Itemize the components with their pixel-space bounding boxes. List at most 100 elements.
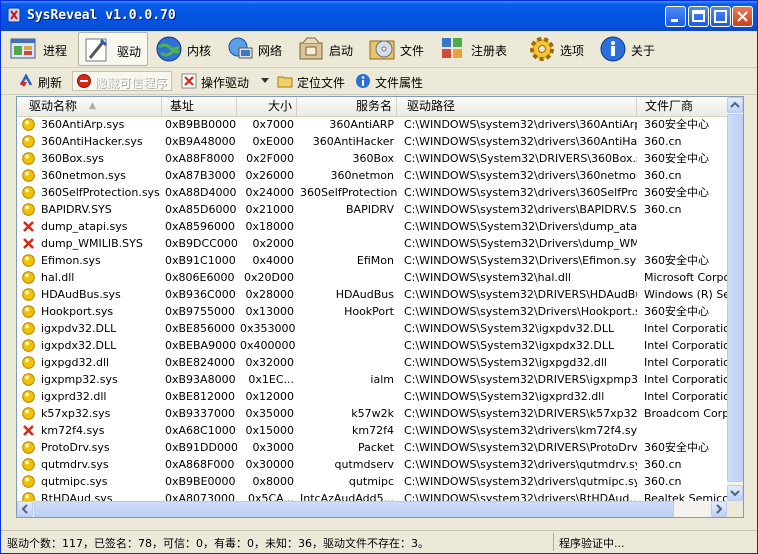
table-row[interactable]: 360AntiArp.sys 0xB9BB0000 0x7000 360AntiARP… <box>17 116 727 133</box>
column-header-base[interactable]: 基址 <box>162 97 237 116</box>
horizontal-scroll-thumb[interactable] <box>34 501 674 517</box>
tab-driver[interactable]: 驱动 <box>78 32 148 66</box>
vertical-scroll-thumb[interactable] <box>727 114 743 482</box>
maximize-button[interactable] <box>688 6 709 27</box>
tab-network[interactable]: 网络 <box>222 32 290 66</box>
table-row[interactable]: hal.dll 0x806E6000 0x20D00 C:\WINDOWS\syste… <box>17 269 727 286</box>
cell-vendor: Realtek Semiconductor <box>644 492 727 501</box>
cell-path: C:\WINDOWS\System32\igxpdv32.DLL <box>404 322 615 335</box>
tab-startup[interactable]: 启动 <box>293 32 361 66</box>
table-row[interactable]: dump_WMILIB.SYS 0xB9DCC000 0x2000 C:\WINDOW… <box>17 235 727 252</box>
cell-size: 0x8000 <box>252 475 294 488</box>
table-row[interactable]: HDAudBus.sys 0xB936C000 0x28000 HDAudBus C:\… <box>17 286 727 303</box>
table-row[interactable]: igxpgd32.dll 0xBE824000 0x32000 C:\WINDOWS\… <box>17 354 727 371</box>
tab-kernel[interactable]: 内核 <box>151 32 219 66</box>
table-row[interactable]: 360AntiHacker.sys 0xB9A48000 0xE000 360Anti… <box>17 133 727 150</box>
table-row[interactable]: qutmipc.sys 0xB9BE0000 0x8000 qutmipc C:\WIN… <box>17 473 727 490</box>
cell-path: C:\WINDOWS\System32\DRIVERS\360Box.sys <box>404 152 637 165</box>
cell-path: C:\WINDOWS\system32\drivers\360netmon...… <box>404 169 637 182</box>
list-header: 驱动名称 ▲ 基址 大小 服务名 驱动路径 文件厂商 <box>17 97 727 117</box>
tab-about[interactable]: 关于 <box>595 32 661 66</box>
cell-size: 0x32000 <box>245 356 294 369</box>
cell-name: 360Box.sys <box>41 152 104 165</box>
table-row[interactable]: Hookport.sys 0xB9755000 0x13000 HookPort C:\… <box>17 303 727 320</box>
table-row[interactable]: BAPIDRV.SYS 0xA85D6000 0x21000 BAPIDRV C:\WI… <box>17 201 727 218</box>
table-row[interactable]: qutmdrv.sys 0xA868F000 0x30000 qutmdserv C:\… <box>17 456 727 473</box>
column-header-service[interactable]: 服务名 <box>297 97 397 116</box>
table-row[interactable]: igxprd32.dll 0xBE812000 0x12000 C:\WINDOWS\… <box>17 388 727 405</box>
cell-service: qutmdserv <box>334 458 395 471</box>
cell-base: 0xB93A8000 <box>165 373 236 386</box>
table-row[interactable]: 360Box.sys 0xA88F8000 0x2F000 360Box C:\WIND… <box>17 150 727 167</box>
cell-service <box>297 337 397 354</box>
cell-path: C:\WINDOWS\system32\DRIVERS\HDAudBus.sys <box>404 288 637 301</box>
cell-size: 0x400000 <box>240 339 296 352</box>
minimize-button[interactable] <box>665 6 686 27</box>
file-disc-icon <box>369 40 395 60</box>
scroll-up-button[interactable] <box>727 97 743 113</box>
table-row[interactable]: ProtoDrv.sys 0xB91DD000 0x3000 Packet C:\WIN… <box>17 439 727 456</box>
operate-x-icon <box>181 73 197 89</box>
scroll-left-button[interactable] <box>17 501 33 517</box>
table-row[interactable]: RtHDAud.sys 0xA8073000 0x5CA... IntcAzAudAd… <box>17 490 727 501</box>
table-row[interactable]: 360SelfProtection.sys 0xA88D4000 0x24000 36… <box>17 184 727 201</box>
scroll-right-button[interactable] <box>711 501 727 517</box>
table-row[interactable]: Efimon.sys 0xB91C1000 0x4000 EfiMon C:\WINDO… <box>17 252 727 269</box>
tab-options[interactable]: 选项 <box>524 32 590 66</box>
refresh-button[interactable]: 刷新 <box>18 71 66 91</box>
cell-name: ProtoDrv.sys <box>41 441 110 454</box>
table-row[interactable]: km72f4.sys 0xA68C1000 0x15000 km72f4 C:\WIND… <box>17 422 727 439</box>
file-props-button[interactable]: 文件属性 <box>355 71 429 91</box>
hide-trusted-button[interactable]: 隐藏可信程序 <box>72 71 172 91</box>
table-row[interactable]: igxpdv32.DLL 0xBE856000 0x353000 C:\WINDOWS… <box>17 320 727 337</box>
cell-vendor: Intel Corporation <box>644 322 727 335</box>
column-header-size-label: 大小 <box>267 99 292 113</box>
tab-process[interactable]: 进程 <box>5 32 75 66</box>
startup-icon <box>299 37 323 60</box>
maximize-icon <box>692 10 705 22</box>
table-row[interactable]: k57xp32.sys 0xB9337000 0x35000 k57w2k C:\WIN… <box>17 405 727 422</box>
action-toolbar: 刷新 隐藏可信程序 操作驱动 定位文件 文件属性 <box>1 68 757 95</box>
cell-path: C:\WINDOWS\system32\drivers\qutmdrv.sys <box>404 458 637 471</box>
locate-file-button[interactable]: 定位文件 <box>277 71 349 91</box>
table-row[interactable]: igxpdx32.DLL 0xBEBA9000 0x400000 C:\WINDOWS… <box>17 337 727 354</box>
cell-name: dump_atapi.sys <box>41 220 128 233</box>
cell-size: 0x5CA... <box>247 492 294 501</box>
restore-icon <box>714 10 727 23</box>
scroll-down-button[interactable] <box>727 485 743 501</box>
status-summary: 驱动个数：117，已签名：78，可信：0，有毒：0，未知：36，驱动文件不存在：… <box>7 537 429 550</box>
column-header-path[interactable]: 驱动路径 <box>397 97 637 116</box>
table-row[interactable]: 360netmon.sys 0xA87B3000 0x26000 360netmon C… <box>17 167 727 184</box>
cell-size: 0x24000 <box>245 186 294 199</box>
vertical-scrollbar[interactable] <box>727 97 743 501</box>
gear-icon <box>530 37 554 61</box>
cell-size: 0x21000 <box>245 203 294 216</box>
column-header-name[interactable]: 驱动名称 ▲ <box>17 97 162 116</box>
cell-name: RtHDAud.sys <box>41 492 113 501</box>
operate-driver-button[interactable]: 操作驱动 <box>181 71 273 91</box>
tab-registry[interactable]: 注册表 <box>435 32 519 66</box>
cell-size: 0x28000 <box>245 288 294 301</box>
cell-vendor: 360安全中心 <box>644 152 709 165</box>
cell-base: 0xB9BE0000 <box>165 475 236 488</box>
restore-button[interactable] <box>710 6 731 27</box>
cell-base: 0xBE824000 <box>165 356 235 369</box>
status-divider <box>553 533 554 551</box>
cell-name: hal.dll <box>41 271 75 284</box>
cell-base: 0xA87B3000 <box>165 169 236 182</box>
table-row[interactable]: dump_atapi.sys 0xA8596000 0x18000 C:\WINDOW… <box>17 218 727 235</box>
table-row[interactable]: igxpmp32.sys 0xB93A8000 0x1EC... ialm C:\WIN… <box>17 371 727 388</box>
cell-base: 0xBEBA9000 <box>165 339 237 352</box>
column-header-size[interactable]: 大小 <box>237 97 297 116</box>
tab-file[interactable]: 文件 <box>364 32 432 66</box>
cell-name: 360AntiHacker.sys <box>41 135 143 148</box>
horizontal-scrollbar[interactable] <box>17 501 727 517</box>
close-button[interactable] <box>732 6 753 27</box>
cell-service: ialm <box>370 373 394 386</box>
column-header-vendor[interactable]: 文件厂商 <box>637 97 727 116</box>
cell-name: igxpgd32.dll <box>41 356 110 369</box>
cell-service: BAPIDRV <box>346 203 394 216</box>
title-bar[interactable]: SysReveal v1.0.0.70 <box>1 1 757 31</box>
cell-vendor: 360安全中心 <box>644 254 709 267</box>
column-header-service-label: 服务名 <box>355 99 392 113</box>
